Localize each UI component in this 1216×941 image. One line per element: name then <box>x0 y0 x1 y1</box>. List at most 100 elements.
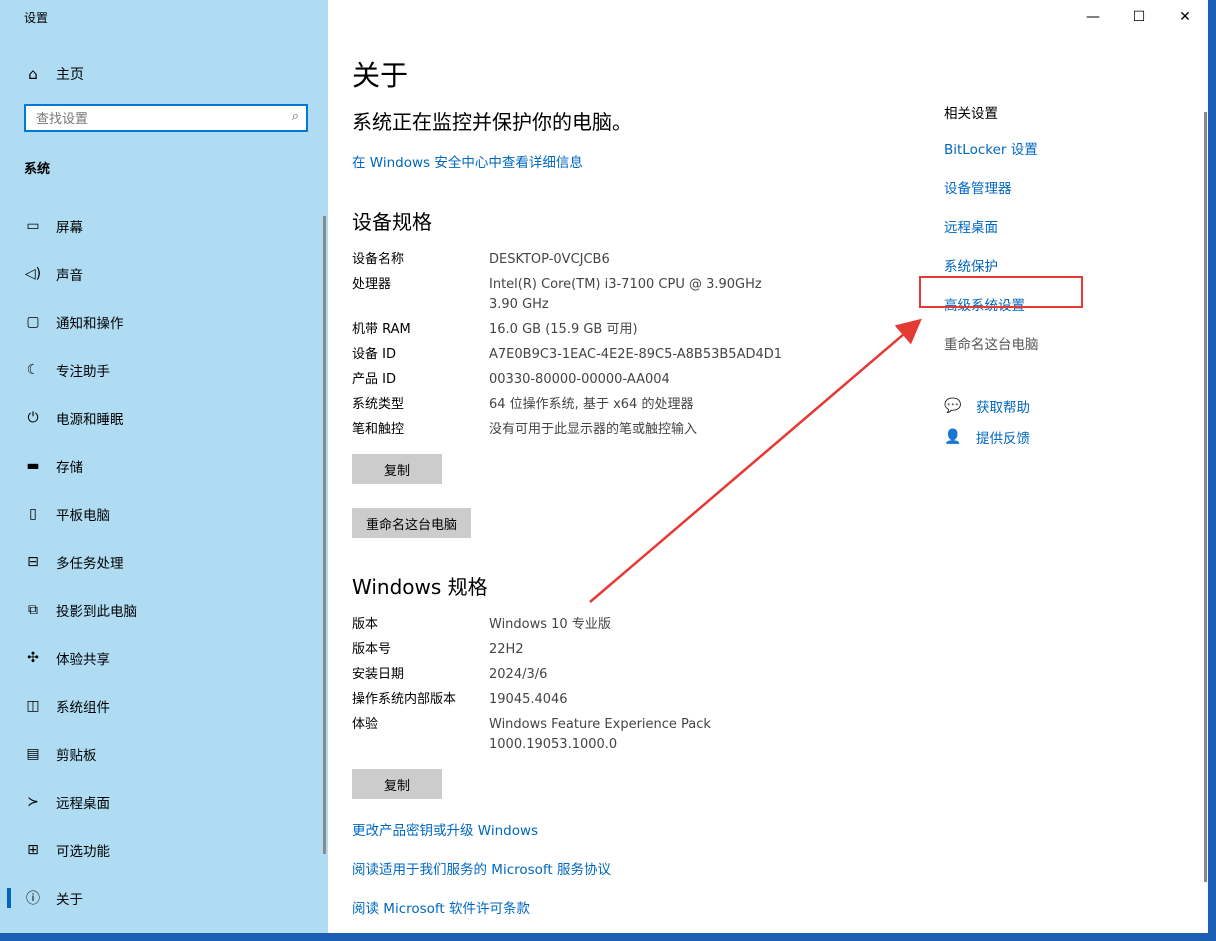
main-content: — ☐ ✕ 关于 系统正在监控并保护你的电脑。 在 Windows 安全中心中查… <box>328 0 1208 933</box>
get-help-label: 获取帮助 <box>976 399 1030 416</box>
security-center-link[interactable]: 在 Windows 安全中心中查看详细信息 <box>352 151 583 171</box>
search-input[interactable] <box>34 106 278 132</box>
feedback-link[interactable]: 👤 提供反馈 <box>944 421 1030 452</box>
sidebar-item-label: 平板电脑 <box>56 508 110 524</box>
sidebar-item-label: 剪贴板 <box>56 748 97 764</box>
spec-row: 设备名称 DESKTOP-0VCJCB6 <box>352 250 812 270</box>
maximize-button[interactable]: ☐ <box>1116 0 1162 34</box>
spec-row: 笔和触控 没有可用于此显示器的笔或触控输入 <box>352 420 812 440</box>
settings-window: 设置 ⌂ 主页 ⌕ 系统 ▭ 屏幕 ◁) 声音 ▢ 通知和操作 ☾ <box>0 0 1208 933</box>
sidebar-item-label: 关于 <box>56 892 83 908</box>
sidebar-item-projecting[interactable]: ⧉ 投影到此电脑 <box>0 586 320 634</box>
spec-row: 机带 RAM 16.0 GB (15.9 GB 可用) <box>352 320 812 340</box>
sidebar-item-optional-features[interactable]: ⊞ 可选功能 <box>0 826 320 874</box>
rename-pc-button[interactable]: 重命名这台电脑 <box>352 508 472 538</box>
spec-row: 版本 Windows 10 专业版 <box>352 615 812 635</box>
spec-row: 产品 ID 00330-80000-00000-AA004 <box>352 370 812 390</box>
sidebar-item-label: 存储 <box>56 460 83 476</box>
sidebar-item-tablet[interactable]: ▯ 平板电脑 <box>0 490 320 538</box>
spec-value: 19045.4046 <box>489 692 568 707</box>
sidebar-item-label: 投影到此电脑 <box>56 604 137 620</box>
device-specs-title: 设备规格 <box>352 210 432 234</box>
related-settings-title: 相关设置 <box>944 106 998 122</box>
sidebar-item-storage[interactable]: ▬ 存储 <box>0 442 320 490</box>
sidebar-item-shared-experiences[interactable]: ✣ 体验共享 <box>0 634 320 682</box>
sidebar-item-remote-desktop[interactable]: ≻ 远程桌面 <box>0 778 320 826</box>
spec-key: 处理器 <box>352 277 392 292</box>
spec-value: 16.0 GB (15.9 GB 可用) <box>489 322 638 337</box>
copy-windows-specs-button[interactable]: 复制 <box>352 769 442 799</box>
spec-key: 设备名称 <box>352 252 405 267</box>
sidebar-item-notifications[interactable]: ▢ 通知和操作 <box>0 298 320 346</box>
minimize-button[interactable]: — <box>1070 0 1116 34</box>
spec-value: DESKTOP-0VCJCB6 <box>489 252 610 267</box>
spec-value: 没有可用于此显示器的笔或触控输入 <box>489 422 698 437</box>
spec-row: 版本号 22H2 <box>352 640 812 660</box>
spec-value: Intel(R) Core(TM) i3-7100 CPU @ 3.90GHz … <box>489 277 762 312</box>
spec-row: 处理器 Intel(R) Core(TM) i3-7100 CPU @ 3.90G… <box>352 275 812 315</box>
help-chat-icon: 💬 <box>944 397 962 414</box>
content-scrollbar[interactable] <box>1204 112 1207 882</box>
page-title: 关于 <box>352 59 409 92</box>
sidebar-item-power[interactable]: ⏻ 电源和睡眠 <box>0 394 320 442</box>
moon-icon: ☾ <box>26 362 40 378</box>
service-agreement-link[interactable]: 阅读适用于我们服务的 Microsoft 服务协议 <box>352 858 611 878</box>
spec-key: 设备 ID <box>352 347 396 362</box>
home-icon: ⌂ <box>28 65 38 83</box>
bitlocker-link[interactable]: BitLocker 设置 <box>944 138 1144 177</box>
sidebar-item-focus-assist[interactable]: ☾ 专注助手 <box>0 346 320 394</box>
nav-list: ▭ 屏幕 ◁) 声音 ▢ 通知和操作 ☾ 专注助手 ⏻ 电源和睡眠 ▬ 存储 ▯… <box>0 202 320 922</box>
optional-features-icon: ⊞ <box>27 842 39 858</box>
power-icon: ⏻ <box>27 410 39 426</box>
sidebar-item-about[interactable]: ⓘ 关于 <box>0 874 320 922</box>
home-nav-item[interactable]: ⌂ 主页 <box>24 62 84 86</box>
spec-row: 系统类型 64 位操作系统, 基于 x64 的处理器 <box>352 395 812 415</box>
maximize-icon: ☐ <box>1132 9 1146 25</box>
annotation-highlight-box <box>919 276 1083 308</box>
sidebar-item-system-components[interactable]: ◫ 系统组件 <box>0 682 320 730</box>
spec-key: 版本号 <box>352 642 392 657</box>
copy-device-specs-button[interactable]: 复制 <box>352 454 442 484</box>
multitask-icon: ⊟ <box>27 554 39 570</box>
sidebar-scrollbar[interactable] <box>323 216 326 854</box>
window-controls: — ☐ ✕ <box>1070 0 1208 34</box>
spec-row: 体验 Windows Feature Experience Pack 1000.1… <box>352 715 812 755</box>
feedback-label: 提供反馈 <box>976 430 1030 447</box>
spec-row: 设备 ID A7E0B9C3-1EAC-4E2E-89C5-A8B53B5AD4D… <box>352 345 812 365</box>
app-title: 设置 <box>24 11 49 25</box>
sidebar-item-label: 声音 <box>56 268 83 284</box>
info-icon: ⓘ <box>26 891 40 907</box>
sidebar-item-label: 体验共享 <box>56 652 110 668</box>
sidebar-item-sound[interactable]: ◁) 声音 <box>0 250 320 298</box>
close-icon: ✕ <box>1179 9 1191 25</box>
spec-key: 系统类型 <box>352 397 405 412</box>
sidebar-item-clipboard[interactable]: ▤ 剪贴板 <box>0 730 320 778</box>
help-section: 💬 获取帮助 👤 提供反馈 <box>944 390 1030 452</box>
spec-value: 00330-80000-00000-AA004 <box>489 372 670 387</box>
search-icon[interactable]: ⌕ <box>292 109 299 124</box>
spec-key: 产品 ID <box>352 372 396 387</box>
sidebar-item-display[interactable]: ▭ 屏幕 <box>0 202 320 250</box>
speaker-icon: ◁) <box>24 266 42 282</box>
device-specs-table: 设备名称 DESKTOP-0VCJCB6 处理器 Intel(R) Core(TM)… <box>352 250 812 445</box>
feedback-icon: 👤 <box>944 428 962 445</box>
spec-value: A7E0B9C3-1EAC-4E2E-89C5-A8B53B5AD4D1 <box>489 347 783 362</box>
spec-key: 安装日期 <box>352 667 405 682</box>
license-terms-link[interactable]: 阅读 Microsoft 软件许可条款 <box>352 897 530 917</box>
storage-icon: ▬ <box>26 458 40 474</box>
home-label: 主页 <box>56 67 84 83</box>
sidebar-item-multitasking[interactable]: ⊟ 多任务处理 <box>0 538 320 586</box>
protection-status: 系统正在监控并保护你的电脑。 <box>352 110 632 134</box>
remote-desktop-link[interactable]: 远程桌面 <box>944 216 1144 255</box>
sidebar: 设置 ⌂ 主页 ⌕ 系统 ▭ 屏幕 ◁) 声音 ▢ 通知和操作 ☾ <box>0 0 328 933</box>
search-box[interactable]: ⌕ <box>24 104 308 132</box>
get-help-link[interactable]: 💬 获取帮助 <box>944 390 1030 421</box>
tablet-icon: ▯ <box>29 506 37 522</box>
product-key-link[interactable]: 更改产品密钥或升级 Windows <box>352 819 538 839</box>
sidebar-item-label: 通知和操作 <box>56 316 124 332</box>
close-button[interactable]: ✕ <box>1162 0 1208 34</box>
spec-key: 笔和触控 <box>352 422 405 437</box>
sidebar-item-label: 多任务处理 <box>56 556 124 572</box>
project-icon: ⧉ <box>28 602 38 618</box>
device-manager-link[interactable]: 设备管理器 <box>944 177 1144 216</box>
